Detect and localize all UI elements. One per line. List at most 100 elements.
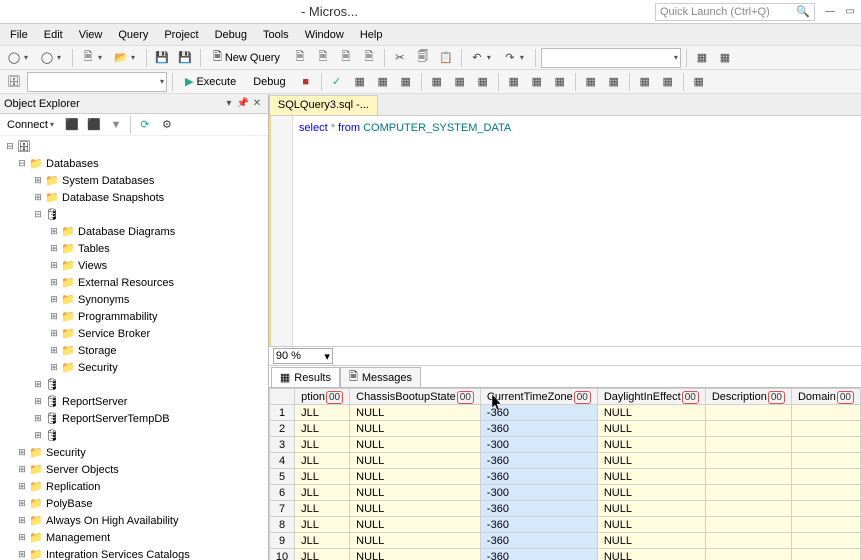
- object-tree[interactable]: ⊟🗄 ⊟📁Databases ⊞📁System Databases ⊞📁Data…: [0, 136, 268, 560]
- cell-daylight[interactable]: NULL: [597, 549, 705, 560]
- tree-db1[interactable]: ⊟🛢: [0, 206, 268, 223]
- undo-button[interactable]: ↶: [467, 48, 487, 68]
- save-button[interactable]: 💾: [152, 48, 172, 68]
- menu-debug[interactable]: Debug: [207, 27, 255, 43]
- cell-description[interactable]: [705, 485, 791, 501]
- row-number[interactable]: 3: [269, 437, 294, 453]
- table-row[interactable]: 7JLLNULL-360NULL: [269, 501, 860, 517]
- connect-drop[interactable]: ▾: [50, 120, 60, 129]
- database-combo[interactable]: [27, 72, 167, 92]
- menu-help[interactable]: Help: [352, 27, 391, 43]
- table-row[interactable]: 6JLLNULL-300NULL: [269, 485, 860, 501]
- row-number[interactable]: 5: [269, 469, 294, 485]
- include-stats-button[interactable]: ▦: [450, 72, 470, 92]
- include-plan-button[interactable]: ▦: [427, 72, 447, 92]
- cell-chassis[interactable]: NULL: [350, 421, 481, 437]
- redo-drop[interactable]: ▾: [520, 53, 530, 62]
- paste-button[interactable]: 📋: [436, 48, 456, 68]
- cell-domain[interactable]: [791, 549, 860, 560]
- comment-button[interactable]: ▦: [692, 48, 712, 68]
- open-drop[interactable]: ▾: [131, 53, 141, 62]
- tree-snapshots[interactable]: ⊞📁Database Snapshots: [0, 189, 268, 206]
- tree-databases[interactable]: ⊟📁Databases: [0, 155, 268, 172]
- cell-domain[interactable]: [791, 533, 860, 549]
- db-query-icon[interactable]: 🗎: [290, 48, 310, 68]
- tree-db2[interactable]: ⊞🛢: [0, 376, 268, 393]
- connect-button[interactable]: Connect: [4, 115, 51, 135]
- tree-service-broker[interactable]: ⊞📁Service Broker: [0, 325, 268, 342]
- cell-domain[interactable]: [791, 421, 860, 437]
- cell-currenttimezone[interactable]: -300: [480, 437, 597, 453]
- cell-daylight[interactable]: NULL: [597, 437, 705, 453]
- menu-tools[interactable]: Tools: [255, 27, 297, 43]
- cell-chassis[interactable]: NULL: [350, 533, 481, 549]
- debug-button[interactable]: Debug: [246, 72, 292, 92]
- cell-daylight[interactable]: NULL: [597, 533, 705, 549]
- cell-currenttimezone[interactable]: -360: [480, 549, 597, 560]
- cell-domain[interactable]: [791, 405, 860, 421]
- intellisense-button[interactable]: ▦: [396, 72, 416, 92]
- results-grid[interactable]: ption00 ChassisBootupState00 CurrentTime…: [269, 388, 861, 560]
- cell-ption[interactable]: JLL: [295, 437, 350, 453]
- back-button[interactable]: ◯: [4, 48, 24, 68]
- cell-chassis[interactable]: NULL: [350, 485, 481, 501]
- cell-description[interactable]: [705, 533, 791, 549]
- cell-currenttimezone[interactable]: -360: [480, 501, 597, 517]
- cell-currenttimezone[interactable]: -360: [480, 421, 597, 437]
- pin-icon[interactable]: 📌: [236, 98, 250, 109]
- cell-daylight[interactable]: NULL: [597, 421, 705, 437]
- cell-domain[interactable]: [791, 485, 860, 501]
- tree-tables[interactable]: ⊞📁Tables: [0, 240, 268, 257]
- table-row[interactable]: 2JLLNULL-360NULL: [269, 421, 860, 437]
- tree-server-objects[interactable]: ⊞📁Server Objects: [0, 461, 268, 478]
- tree-security-db[interactable]: ⊞📁Security: [0, 359, 268, 376]
- col-daylight[interactable]: DaylightInEffect00: [597, 389, 705, 405]
- cell-ption[interactable]: JLL: [295, 453, 350, 469]
- minimize-button[interactable]: —: [823, 5, 837, 19]
- cell-chassis[interactable]: NULL: [350, 405, 481, 421]
- uncomment-sel-button[interactable]: ▦: [604, 72, 624, 92]
- cell-currenttimezone[interactable]: -360: [480, 517, 597, 533]
- sql-editor[interactable]: select * from COMPUTER_SYSTEM_DATA: [269, 116, 861, 346]
- cell-ption[interactable]: JLL: [295, 421, 350, 437]
- tree-programmability[interactable]: ⊞📁Programmability: [0, 308, 268, 325]
- cell-domain[interactable]: [791, 437, 860, 453]
- cell-ption[interactable]: JLL: [295, 469, 350, 485]
- cell-chassis[interactable]: NULL: [350, 549, 481, 560]
- cell-description[interactable]: [705, 517, 791, 533]
- queryoptions-button[interactable]: ▦: [373, 72, 393, 92]
- new-project-button[interactable]: 🗎: [78, 48, 98, 68]
- tree-external-resources[interactable]: ⊞📁External Resources: [0, 274, 268, 291]
- tree-alwayson[interactable]: ⊞📁Always On High Availability: [0, 512, 268, 529]
- cell-daylight[interactable]: NULL: [597, 501, 705, 517]
- tree-diagrams[interactable]: ⊞📁Database Diagrams: [0, 223, 268, 240]
- close-icon[interactable]: ✕: [250, 98, 264, 109]
- outdent-button[interactable]: ▦: [658, 72, 678, 92]
- cell-domain[interactable]: [791, 453, 860, 469]
- db-query3-icon[interactable]: 🗎: [336, 48, 356, 68]
- fwd-drop[interactable]: ▾: [57, 53, 67, 62]
- row-number[interactable]: 8: [269, 517, 294, 533]
- execute-button[interactable]: ▶Execute: [178, 72, 243, 92]
- zoom-combo[interactable]: 90 %▾: [273, 348, 333, 364]
- cut-button[interactable]: ✂: [390, 48, 410, 68]
- cell-domain[interactable]: [791, 517, 860, 533]
- props-button[interactable]: ⚙: [157, 115, 177, 135]
- solution-combo[interactable]: [541, 48, 681, 68]
- results-grid-button[interactable]: ▦: [504, 72, 524, 92]
- table-row[interactable]: 9JLLNULL-360NULL: [269, 533, 860, 549]
- cell-ption[interactable]: JLL: [295, 501, 350, 517]
- menu-file[interactable]: File: [2, 27, 36, 43]
- cell-domain[interactable]: [791, 469, 860, 485]
- tree-replication[interactable]: ⊞📁Replication: [0, 478, 268, 495]
- cell-daylight[interactable]: NULL: [597, 453, 705, 469]
- tab-sqlquery3[interactable]: SQLQuery3.sql -...: [269, 95, 378, 115]
- cell-currenttimezone[interactable]: -360: [480, 533, 597, 549]
- quick-launch-search[interactable]: Quick Launch (Ctrl+Q) 🔍: [655, 3, 815, 21]
- cell-ption[interactable]: JLL: [295, 517, 350, 533]
- cell-description[interactable]: [705, 437, 791, 453]
- db-query2-icon[interactable]: 🗎: [313, 48, 333, 68]
- tree-polybase[interactable]: ⊞📁PolyBase: [0, 495, 268, 512]
- cell-currenttimezone[interactable]: -360: [480, 453, 597, 469]
- cell-chassis[interactable]: NULL: [350, 501, 481, 517]
